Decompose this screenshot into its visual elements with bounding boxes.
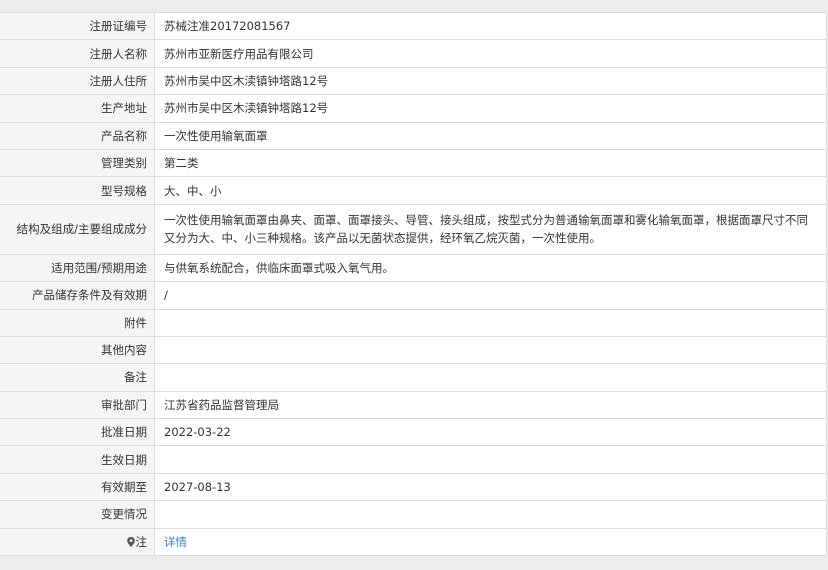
map-pin-icon — [126, 536, 135, 547]
field-label: 有效期至 — [0, 473, 155, 502]
table-row-effective-date: 生效日期 — [0, 445, 826, 474]
field-label: 产品储存条件及有效期 — [0, 281, 155, 310]
bottom-strip — [0, 564, 828, 570]
table-row-other-content: 其他内容 — [0, 336, 826, 365]
field-value: 大、中、小 — [154, 176, 826, 205]
field-value — [154, 445, 826, 474]
field-value — [154, 336, 826, 365]
field-label: 审批部门 — [0, 391, 155, 420]
field-label: 生效日期 — [0, 445, 155, 474]
field-value: 一次性使用输氧面罩 — [154, 122, 826, 150]
table-row-approval-date: 批准日期 2022-03-22 — [0, 418, 826, 447]
table-row-production-address: 生产地址 苏州市吴中区木渎镇钟塔路12号 — [0, 94, 826, 123]
field-label: 注册人名称 — [0, 39, 155, 68]
table-row-note: 注 详情 — [0, 528, 826, 557]
field-label: 产品名称 — [0, 122, 155, 150]
table-row-valid-until: 有效期至 2027-08-13 — [0, 473, 826, 502]
field-value: / — [154, 281, 826, 310]
field-value: 一次性使用输氧面罩由鼻夹、面罩、面罩接头、导管、接头组成，按型式分为普通输氧面罩… — [164, 213, 808, 246]
note-label-cell: 注 — [0, 528, 155, 557]
details-link[interactable]: 详情 — [164, 535, 187, 549]
table-row-management-category: 管理类别 第二类 — [0, 149, 826, 178]
registration-detail-table: 注册证编号 苏械注准20172081567 注册人名称 苏州市亚新医疗用品有限公… — [0, 13, 826, 557]
field-label: 附件 — [0, 309, 155, 337]
field-label: 结构及组成/主要组成成分 — [0, 204, 155, 255]
note-value-cell: 详情 — [154, 528, 826, 557]
field-value: 第二类 — [154, 149, 826, 178]
table-row-structure-composition: 结构及组成/主要组成成分 一次性使用输氧面罩由鼻夹、面罩、面罩接头、导管、接头组… — [0, 204, 826, 255]
field-value: 2027-08-13 — [154, 473, 826, 502]
table-row-storage-validity: 产品储存条件及有效期 / — [0, 281, 826, 310]
table-row-product-name: 产品名称 一次性使用输氧面罩 — [0, 122, 826, 150]
table-row-attachments: 附件 — [0, 309, 826, 337]
table-row-registration-number: 注册证编号 苏械注准20172081567 — [0, 13, 826, 41]
field-label: 变更情况 — [0, 500, 155, 529]
field-value: 江苏省药品监督管理局 — [154, 391, 826, 420]
map-pin-icon-graphic — [126, 536, 135, 547]
field-label: 生产地址 — [0, 94, 155, 123]
field-value — [154, 500, 826, 529]
registration-detail-panel: 注册证编号 苏械注准20172081567 注册人名称 苏州市亚新医疗用品有限公… — [0, 12, 827, 557]
field-value — [154, 363, 826, 392]
table-row-intended-use: 适用范围/预期用途 与供氧系统配合，供临床面罩式吸入氧气用。 — [0, 254, 826, 283]
table-row-model-spec: 型号规格 大、中、小 — [0, 176, 826, 205]
field-label: 注册人住所 — [0, 67, 155, 96]
field-value: 苏械注准20172081567 — [154, 13, 826, 41]
field-label: 备注 — [0, 363, 155, 392]
field-value: 2022-03-22 — [154, 418, 826, 447]
field-label: 管理类别 — [0, 149, 155, 178]
field-label: 其他内容 — [0, 336, 155, 365]
table-row-approval-department: 审批部门 江苏省药品监督管理局 — [0, 391, 826, 420]
table-row-remarks: 备注 — [0, 363, 826, 392]
field-value: 与供氧系统配合，供临床面罩式吸入氧气用。 — [154, 254, 826, 283]
field-value-cell: 一次性使用输氧面罩由鼻夹、面罩、面罩接头、导管、接头组成，按型式分为普通输氧面罩… — [154, 204, 826, 255]
field-label: 注册证编号 — [0, 13, 155, 41]
table-row-registrant-address: 注册人住所 苏州市吴中区木渎镇钟塔路12号 — [0, 67, 826, 96]
field-label: 适用范围/预期用途 — [0, 254, 155, 283]
field-value: 苏州市吴中区木渎镇钟塔路12号 — [154, 94, 826, 123]
field-label: 批准日期 — [0, 418, 155, 447]
field-value: 苏州市亚新医疗用品有限公司 — [154, 39, 826, 68]
note-label: 注 — [135, 534, 148, 549]
field-value: 苏州市吴中区木渎镇钟塔路12号 — [154, 67, 826, 96]
field-value — [154, 309, 826, 337]
table-row-change-history: 变更情况 — [0, 500, 826, 529]
field-label: 型号规格 — [0, 176, 155, 205]
page: 注册证编号 苏械注准20172081567 注册人名称 苏州市亚新医疗用品有限公… — [0, 0, 828, 570]
table-row-registrant-name: 注册人名称 苏州市亚新医疗用品有限公司 — [0, 39, 826, 68]
